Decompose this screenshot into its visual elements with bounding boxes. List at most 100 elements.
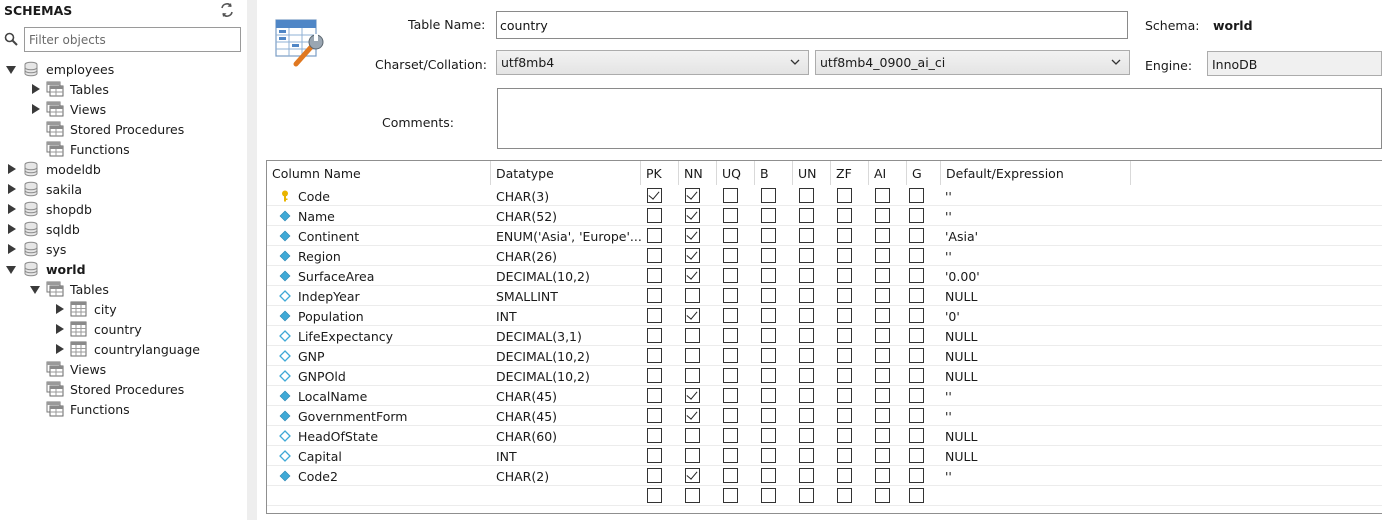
table-row[interactable]: Capital INT NULL xyxy=(267,446,1382,466)
default-expression-cell[interactable]: '0.00' xyxy=(945,266,1125,286)
zf-checkbox[interactable] xyxy=(837,468,852,483)
datatype-cell[interactable]: INT xyxy=(496,306,641,326)
nn-checkbox[interactable] xyxy=(685,208,700,223)
column-name-cell[interactable]: IndepYear xyxy=(298,286,488,306)
g-checkbox[interactable] xyxy=(909,448,924,463)
column-header-ai[interactable]: AI xyxy=(869,161,907,185)
zf-checkbox[interactable] xyxy=(837,348,852,363)
charset-dropdown[interactable]: utf8mb4 xyxy=(496,50,809,75)
un-checkbox[interactable] xyxy=(799,308,814,323)
uq-checkbox[interactable] xyxy=(723,388,738,403)
ai-checkbox[interactable] xyxy=(875,468,890,483)
default-expression-cell[interactable]: '' xyxy=(945,406,1125,426)
zf-checkbox[interactable] xyxy=(837,248,852,263)
default-expression-cell[interactable]: '' xyxy=(945,386,1125,406)
uq-checkbox[interactable] xyxy=(723,468,738,483)
datatype-cell[interactable]: CHAR(52) xyxy=(496,206,641,226)
g-checkbox[interactable] xyxy=(909,248,924,263)
column-name-cell[interactable]: Capital xyxy=(298,446,488,466)
nn-checkbox[interactable] xyxy=(685,308,700,323)
b-checkbox[interactable] xyxy=(761,488,776,503)
zf-checkbox[interactable] xyxy=(837,428,852,443)
datatype-cell[interactable]: SMALLINT xyxy=(496,286,641,306)
tree-item-modeldb[interactable]: modeldb xyxy=(6,159,101,179)
column-name-cell[interactable]: LifeExpectancy xyxy=(298,326,488,346)
column-name-cell[interactable] xyxy=(298,486,488,506)
default-expression-cell[interactable]: NULL xyxy=(945,346,1125,366)
b-checkbox[interactable] xyxy=(761,428,776,443)
pk-checkbox[interactable] xyxy=(647,248,662,263)
tree-item-sqldb[interactable]: sqldb xyxy=(6,219,80,239)
ai-checkbox[interactable] xyxy=(875,228,890,243)
uq-checkbox[interactable] xyxy=(723,228,738,243)
uq-checkbox[interactable] xyxy=(723,208,738,223)
tree-item-country[interactable]: country xyxy=(54,319,142,339)
b-checkbox[interactable] xyxy=(761,208,776,223)
tree-item-shopdb[interactable]: shopdb xyxy=(6,199,92,219)
expand-closed-icon[interactable] xyxy=(6,243,18,255)
expand-closed-icon[interactable] xyxy=(6,163,18,175)
pk-checkbox[interactable] xyxy=(647,268,662,283)
datatype-cell[interactable]: CHAR(45) xyxy=(496,386,641,406)
pk-checkbox[interactable] xyxy=(647,488,662,503)
filter-objects-input[interactable] xyxy=(24,27,241,52)
column-header-pk[interactable]: PK xyxy=(641,161,679,185)
tree-item-sys[interactable]: sys xyxy=(6,239,66,259)
datatype-cell[interactable]: CHAR(2) xyxy=(496,466,641,486)
nn-checkbox[interactable] xyxy=(685,488,700,503)
zf-checkbox[interactable] xyxy=(837,388,852,403)
expand-closed-icon[interactable] xyxy=(30,103,42,115)
b-checkbox[interactable] xyxy=(761,468,776,483)
tree-item-views[interactable]: Views xyxy=(30,99,106,119)
table-row[interactable]: Continent ENUM('Asia', 'Europe'... 'Asia' xyxy=(267,226,1382,246)
nn-checkbox[interactable] xyxy=(685,388,700,403)
datatype-cell[interactable]: DECIMAL(10,2) xyxy=(496,346,641,366)
tree-item-tables[interactable]: Tables xyxy=(30,79,109,99)
column-name-cell[interactable]: Name xyxy=(298,206,488,226)
g-checkbox[interactable] xyxy=(909,428,924,443)
un-checkbox[interactable] xyxy=(799,288,814,303)
b-checkbox[interactable] xyxy=(761,448,776,463)
tree-item-tables[interactable]: Tables xyxy=(30,279,109,299)
table-row[interactable]: GovernmentForm CHAR(45) '' xyxy=(267,406,1382,426)
un-checkbox[interactable] xyxy=(799,248,814,263)
sidebar-splitter[interactable] xyxy=(247,0,257,520)
g-checkbox[interactable] xyxy=(909,348,924,363)
un-checkbox[interactable] xyxy=(799,488,814,503)
ai-checkbox[interactable] xyxy=(875,188,890,203)
uq-checkbox[interactable] xyxy=(723,448,738,463)
zf-checkbox[interactable] xyxy=(837,308,852,323)
pk-checkbox[interactable] xyxy=(647,408,662,423)
b-checkbox[interactable] xyxy=(761,248,776,263)
nn-checkbox[interactable] xyxy=(685,248,700,263)
expand-closed-icon[interactable] xyxy=(54,343,66,355)
ai-checkbox[interactable] xyxy=(875,268,890,283)
pk-checkbox[interactable] xyxy=(647,288,662,303)
default-expression-cell[interactable]: '' xyxy=(945,466,1125,486)
g-checkbox[interactable] xyxy=(909,328,924,343)
zf-checkbox[interactable] xyxy=(837,488,852,503)
nn-checkbox[interactable] xyxy=(685,348,700,363)
zf-checkbox[interactable] xyxy=(837,328,852,343)
ai-checkbox[interactable] xyxy=(875,328,890,343)
datatype-cell[interactable]: CHAR(26) xyxy=(496,246,641,266)
expand-closed-icon[interactable] xyxy=(6,183,18,195)
default-expression-cell[interactable]: '' xyxy=(945,186,1125,206)
default-expression-cell[interactable]: NULL xyxy=(945,446,1125,466)
pk-checkbox[interactable] xyxy=(647,328,662,343)
uq-checkbox[interactable] xyxy=(723,328,738,343)
column-header-datatype[interactable]: Datatype xyxy=(491,161,641,185)
default-expression-cell[interactable]: 'Asia' xyxy=(945,226,1125,246)
un-checkbox[interactable] xyxy=(799,388,814,403)
default-expression-cell[interactable]: NULL xyxy=(945,326,1125,346)
column-header-uq[interactable]: UQ xyxy=(717,161,755,185)
ai-checkbox[interactable] xyxy=(875,208,890,223)
tree-item-functions[interactable]: Functions xyxy=(30,139,130,159)
nn-checkbox[interactable] xyxy=(685,468,700,483)
pk-checkbox[interactable] xyxy=(647,308,662,323)
uq-checkbox[interactable] xyxy=(723,348,738,363)
nn-checkbox[interactable] xyxy=(685,368,700,383)
column-name-cell[interactable]: Population xyxy=(298,306,488,326)
zf-checkbox[interactable] xyxy=(837,228,852,243)
b-checkbox[interactable] xyxy=(761,288,776,303)
